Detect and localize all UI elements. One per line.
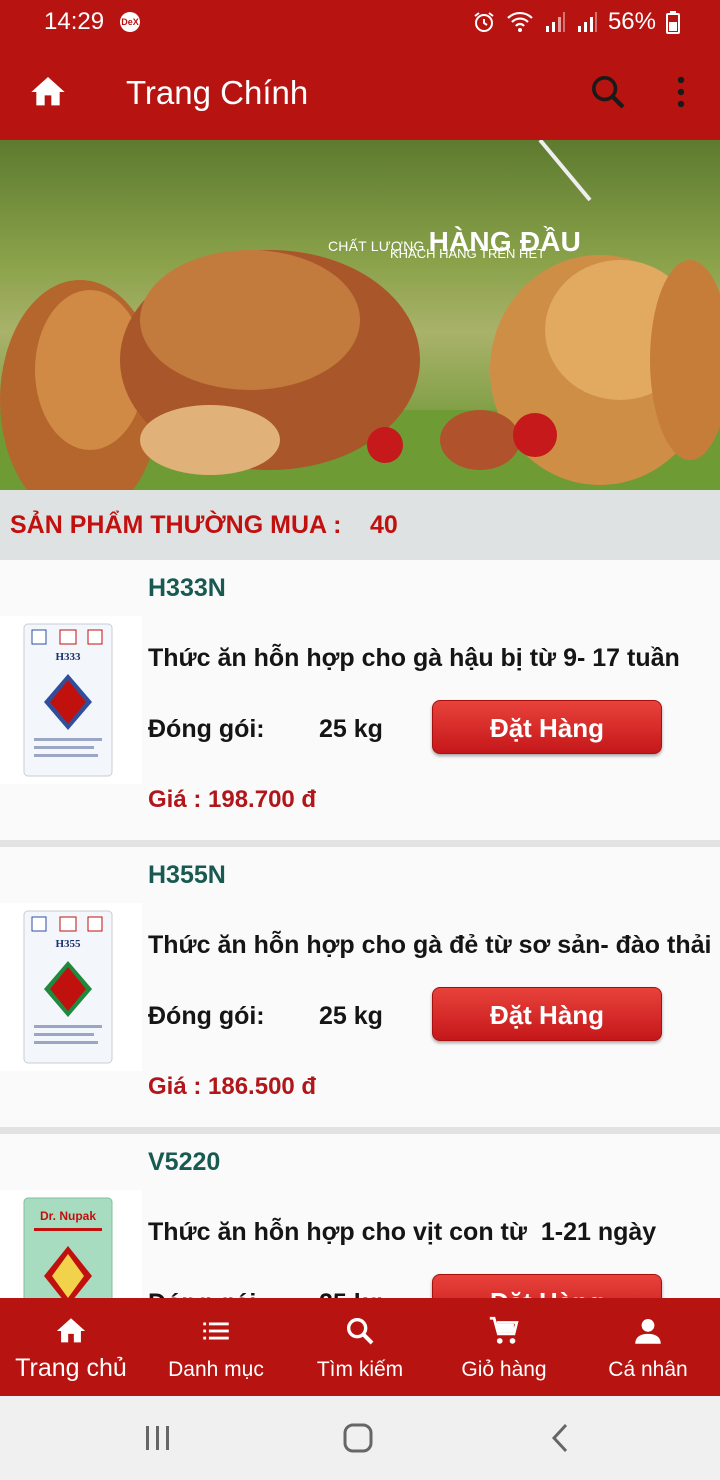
search-icon <box>346 1317 374 1345</box>
dex-badge: DeX <box>120 12 140 32</box>
frequent-products-header: SẢN PHẨM THƯỜNG MUA : 40 <box>0 490 720 560</box>
app-bar: Trang Chính <box>0 44 720 140</box>
product-image[interactable]: Dr. Nupak <box>0 1190 142 1298</box>
order-button[interactable]: Đặt Hàng <box>432 700 662 754</box>
nav-item-cart[interactable]: Giỏ hàng <box>432 1298 576 1396</box>
product-code: H333N <box>148 574 226 602</box>
list-icon <box>203 1322 229 1340</box>
product-code: H355N <box>148 861 226 889</box>
system-nav-bar <box>0 1396 720 1480</box>
bag-label: H333 <box>55 651 81 663</box>
feed-bag-image: H333 <box>23 623 113 777</box>
section-count: 40 <box>370 511 398 539</box>
wifi-icon <box>506 10 534 34</box>
nav-item-categories[interactable]: Danh mục <box>144 1298 288 1396</box>
bottom-nav: Trang chủ Danh mục Tìm kiếm Giỏ hàng Cá … <box>0 1298 720 1396</box>
promo-banner[interactable]: CHẤT LƯỢNG HÀNG ĐẦU KHÁCH HÀNG TRÊN HẾT <box>0 140 720 490</box>
packaging-value: 25 kg <box>319 1002 383 1030</box>
packaging-label: Đóng gói: <box>148 715 265 743</box>
page-title: Trang Chính <box>126 74 309 111</box>
product-image[interactable]: H355 <box>0 903 142 1071</box>
status-bar: 14:29 DeX 56% <box>0 0 720 44</box>
nav-item-search[interactable]: Tìm kiếm <box>288 1298 432 1396</box>
feed-bag-image: Dr. Nupak <box>23 1197 113 1298</box>
home-circle-icon[interactable] <box>338 1422 378 1454</box>
battery-level: 56% <box>607 8 656 35</box>
signal-icon-2 <box>576 10 598 34</box>
product-description: Thức ăn hỗn hợp cho gà hậu bị từ 9- 17 t… <box>148 644 680 672</box>
alarm-icon <box>472 10 496 34</box>
nav-label: Trang chủ <box>15 1354 127 1382</box>
packaging-value: 25 kg <box>319 715 383 743</box>
product-price: Giá : 186.500 đ <box>148 1073 317 1100</box>
signal-icon-1 <box>544 10 566 34</box>
nav-label: Cá nhân <box>608 1358 688 1381</box>
recent-apps-icon[interactable] <box>138 1422 178 1454</box>
person-icon <box>635 1318 661 1344</box>
order-button[interactable]: Đặt Hàng <box>432 987 662 1041</box>
bag-label: H355 <box>55 938 81 950</box>
product-image[interactable]: H333 <box>0 616 142 784</box>
home-icon <box>56 1318 86 1343</box>
home-icon[interactable] <box>28 72 68 112</box>
nav-item-home[interactable]: Trang chủ <box>0 1298 142 1396</box>
product-price: Giá : 198.700 đ <box>148 786 317 813</box>
product-card[interactable]: H333N H333 Thức ăn hỗn hợp cho gà hậu bị… <box>0 560 720 840</box>
packaging-label: Đóng gói: <box>148 1002 265 1030</box>
chickens-illustration <box>0 140 720 490</box>
back-icon[interactable] <box>540 1422 580 1454</box>
bag-label: Dr. Nupak <box>40 1209 96 1223</box>
banner-subslogan: KHÁCH HÀNG TRÊN HẾT <box>390 246 546 261</box>
status-time: 14:29 <box>44 8 105 35</box>
nav-label: Tìm kiếm <box>316 1358 404 1381</box>
order-button[interactable]: Đặt Hàng <box>432 1274 662 1298</box>
product-description: Thức ăn hỗn hợp cho gà đẻ từ sơ sản- đào… <box>148 931 712 959</box>
packaging-label: Đóng gói: <box>148 1289 265 1298</box>
nav-label: Giỏ hàng <box>461 1358 547 1381</box>
packaging-value: 25 kg <box>319 1289 383 1298</box>
status-icons: 56% <box>472 8 680 36</box>
nav-label: Danh mục <box>168 1358 264 1381</box>
product-card[interactable]: V5220 Dr. Nupak Thức ăn hỗn hợp cho vịt … <box>0 1134 720 1298</box>
product-card[interactable]: H355N H355 Thức ăn hỗn hợp cho gà đẻ từ … <box>0 847 720 1127</box>
product-description: Thức ăn hỗn hợp cho vịt con từ 1-21 ngày <box>148 1218 657 1246</box>
product-code: V5220 <box>148 1148 221 1176</box>
cart-icon <box>489 1316 519 1344</box>
feed-bag-image: H355 <box>23 910 113 1064</box>
product-list[interactable]: H333N H333 Thức ăn hỗn hợp cho gà hậu bị… <box>0 560 720 1298</box>
search-icon[interactable] <box>588 72 628 112</box>
nav-item-profile[interactable]: Cá nhân <box>576 1298 720 1396</box>
battery-icon <box>666 10 680 34</box>
section-title: SẢN PHẨM THƯỜNG MUA : <box>10 511 342 539</box>
more-options-icon[interactable] <box>666 72 696 112</box>
